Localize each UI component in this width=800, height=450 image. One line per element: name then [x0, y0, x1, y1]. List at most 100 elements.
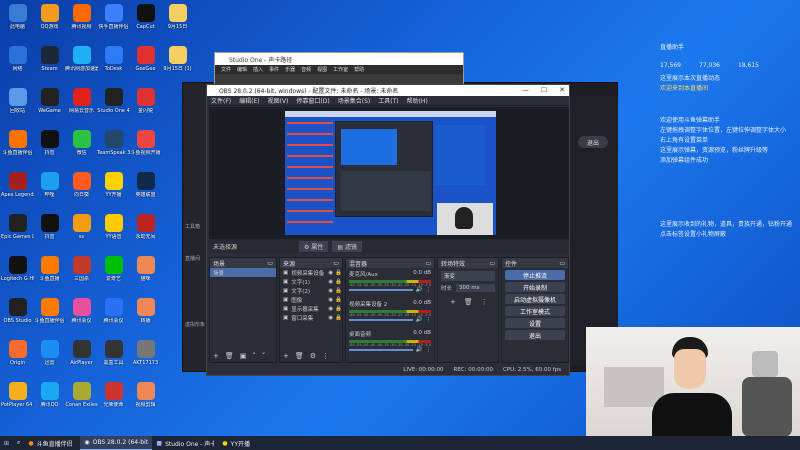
desktop-icon[interactable]: 斗鱼直播伴侣: [1, 128, 34, 166]
volume-slider[interactable]: [349, 319, 413, 321]
desktop-icon[interactable]: 腾讯会议: [97, 296, 130, 334]
studio-menu-item[interactable]: 视图: [317, 66, 327, 73]
desktop-icon[interactable]: 斗鱼直播伴侣: [33, 296, 66, 334]
desktop-icon[interactable]: ToDesk: [97, 44, 130, 82]
eye-icon[interactable]: ◉: [328, 279, 333, 285]
studio-menu-item[interactable]: 工作室: [333, 66, 348, 73]
sidebar-item-avatar[interactable]: 虚拟形象: [185, 321, 205, 328]
settings-button[interactable]: 设置: [505, 318, 565, 328]
desktop-icon[interactable]: YY语音: [97, 212, 130, 250]
eye-icon[interactable]: ◉: [328, 270, 333, 276]
remove-scene-icon[interactable]: 🗑: [225, 352, 234, 360]
eye-icon[interactable]: ◉: [328, 288, 333, 294]
lock-icon[interactable]: 🔒: [335, 288, 342, 294]
desktop-icon[interactable]: PotPlayer 64 bit: [1, 380, 34, 418]
source-item[interactable]: ▣ 视频采集设备 ◉ 🔒: [280, 268, 342, 277]
start-button[interactable]: ⊞: [0, 436, 13, 450]
desktop-icon[interactable]: 腾讯网游加速器: [65, 44, 98, 82]
desktop-icon[interactable]: 猫咪: [129, 254, 162, 292]
studio-menu-item[interactable]: 文件: [221, 66, 231, 73]
desktop-icon[interactable]: 迅雷: [33, 338, 66, 376]
transition-select[interactable]: 渐变: [441, 271, 495, 281]
lock-icon[interactable]: 🔒: [335, 279, 342, 285]
lock-icon[interactable]: 🔒: [335, 270, 342, 276]
scene-item[interactable]: 场景: [210, 268, 276, 277]
dock-float-icon[interactable]: ▭: [267, 260, 273, 267]
eye-icon[interactable]: ◉: [328, 306, 333, 312]
more-icon[interactable]: ⋮: [322, 352, 329, 360]
desktop-icon[interactable]: 光荣使命: [97, 380, 130, 418]
more-icon[interactable]: ⋮: [426, 287, 432, 293]
speaker-icon[interactable]: 🔊: [416, 317, 423, 323]
desktop-icon[interactable]: WeGame: [33, 86, 66, 124]
desktop-icon[interactable]: TeamSpeak 3: [97, 128, 130, 166]
exit-button[interactable]: 退出: [578, 136, 608, 148]
desktop-icon[interactable]: 9月15日: [161, 2, 194, 40]
lock-icon[interactable]: 🔒: [335, 306, 342, 312]
move-up-icon[interactable]: ˄: [252, 352, 256, 360]
desktop-icon[interactable]: AirPlayer: [65, 338, 98, 376]
studio-menu-item[interactable]: 插入: [253, 66, 263, 73]
eye-icon[interactable]: ◉: [328, 297, 333, 303]
volume-slider[interactable]: [349, 289, 413, 291]
source-item[interactable]: ▣ 文字(2) ◉ 🔒: [280, 286, 342, 295]
studio-menu-item[interactable]: 编辑: [237, 66, 247, 73]
move-down-icon[interactable]: ˅: [262, 352, 266, 360]
exit-button[interactable]: 退出: [505, 330, 565, 340]
desktop-icon[interactable]: YY开播: [97, 170, 130, 208]
studio-menu-item[interactable]: 帮助: [354, 66, 364, 73]
desktop-icon[interactable]: 向日葵: [65, 170, 98, 208]
desktop-icon[interactable]: 抖音: [33, 128, 66, 166]
studio-mode-button[interactable]: 工作室模式: [505, 306, 565, 316]
maximize-icon[interactable]: ☐: [541, 86, 547, 94]
minimize-icon[interactable]: —: [522, 86, 529, 94]
source-item[interactable]: ▣ 窗口采集 ◉ 🔒: [280, 313, 342, 322]
desktop-icon[interactable]: 金闪锐: [129, 86, 162, 124]
desktop-icon[interactable]: 英雄联盟: [129, 170, 162, 208]
desktop-icon[interactable]: Origin: [1, 338, 34, 376]
close-icon[interactable]: ✕: [559, 86, 565, 94]
desktop-icon[interactable]: 此电脑: [1, 2, 34, 40]
lock-icon[interactable]: 🔒: [335, 297, 342, 303]
eye-icon[interactable]: ◉: [328, 315, 333, 321]
obs-menu-item[interactable]: 视图(V): [268, 96, 289, 105]
desktop-icon[interactable]: 三国杀: [65, 254, 98, 292]
desktop-icon[interactable]: ss: [65, 212, 98, 250]
desktop-icon[interactable]: CapCut: [129, 2, 162, 40]
desktop-icon[interactable]: 斗鱼直播: [33, 254, 66, 292]
filters-button[interactable]: ▤ 滤镜: [332, 240, 362, 252]
desktop-icon[interactable]: 腾讯会议: [65, 296, 98, 334]
desktop-icon[interactable]: Logitech G HUB: [1, 254, 34, 292]
add-transition-icon[interactable]: +: [450, 298, 456, 306]
desktop-icon[interactable]: 腾讯QQ: [33, 380, 66, 418]
obs-menu-item[interactable]: 工具(T): [378, 96, 398, 105]
dock-float-icon[interactable]: ▭: [489, 260, 495, 267]
obs-menu-item[interactable]: 编辑(E): [239, 96, 259, 105]
obs-menu-item[interactable]: 帮助(H): [407, 96, 428, 105]
desktop-icon[interactable]: GeeGee: [129, 44, 162, 82]
desktop-icon[interactable]: 斗鱼视频开播: [129, 128, 162, 166]
taskbar-item-studio-one[interactable]: ■Studio One - 声卡...: [152, 436, 218, 450]
more-icon[interactable]: ⋮: [426, 347, 432, 353]
desktop-icon[interactable]: 微信: [65, 128, 98, 166]
source-item[interactable]: ▣ 显示器采集 ◉ 🔒: [280, 304, 342, 313]
desktop-icon[interactable]: 腾讯视频: [65, 2, 98, 40]
desktop-icon[interactable]: 抖音: [33, 212, 66, 250]
desktop-icon[interactable]: 视频剪辑: [129, 380, 162, 418]
stop-streaming-button[interactable]: 停止推流: [505, 270, 565, 280]
desktop-icon[interactable]: Apex Legends: [1, 170, 34, 208]
start-recording-button[interactable]: 开始录制: [505, 282, 565, 292]
start-virtual-camera-button[interactable]: 启动虚拟摄像机: [505, 294, 565, 304]
source-settings-icon[interactable]: ⚙: [310, 352, 316, 360]
more-icon[interactable]: ⋮: [426, 317, 432, 323]
desktop-icon[interactable]: 回收站: [1, 86, 34, 124]
source-item[interactable]: ▣ 图像 ◉ 🔒: [280, 295, 342, 304]
lock-icon[interactable]: 🔒: [335, 315, 342, 321]
desktop-icon[interactable]: 9月15日 (1): [161, 44, 194, 82]
obs-menu-item[interactable]: 文件(F): [211, 96, 231, 105]
desktop-icon[interactable]: QQ游戏: [33, 2, 66, 40]
taskbar-item-obs[interactable]: ◉ OBS 28.0.2 (64-bit...: [80, 436, 153, 450]
taskbar-search-icon[interactable]: ⌕: [13, 436, 24, 450]
scene-settings-icon[interactable]: ▣: [240, 352, 247, 360]
desktop-icon[interactable]: 爱奇艺: [97, 254, 130, 292]
